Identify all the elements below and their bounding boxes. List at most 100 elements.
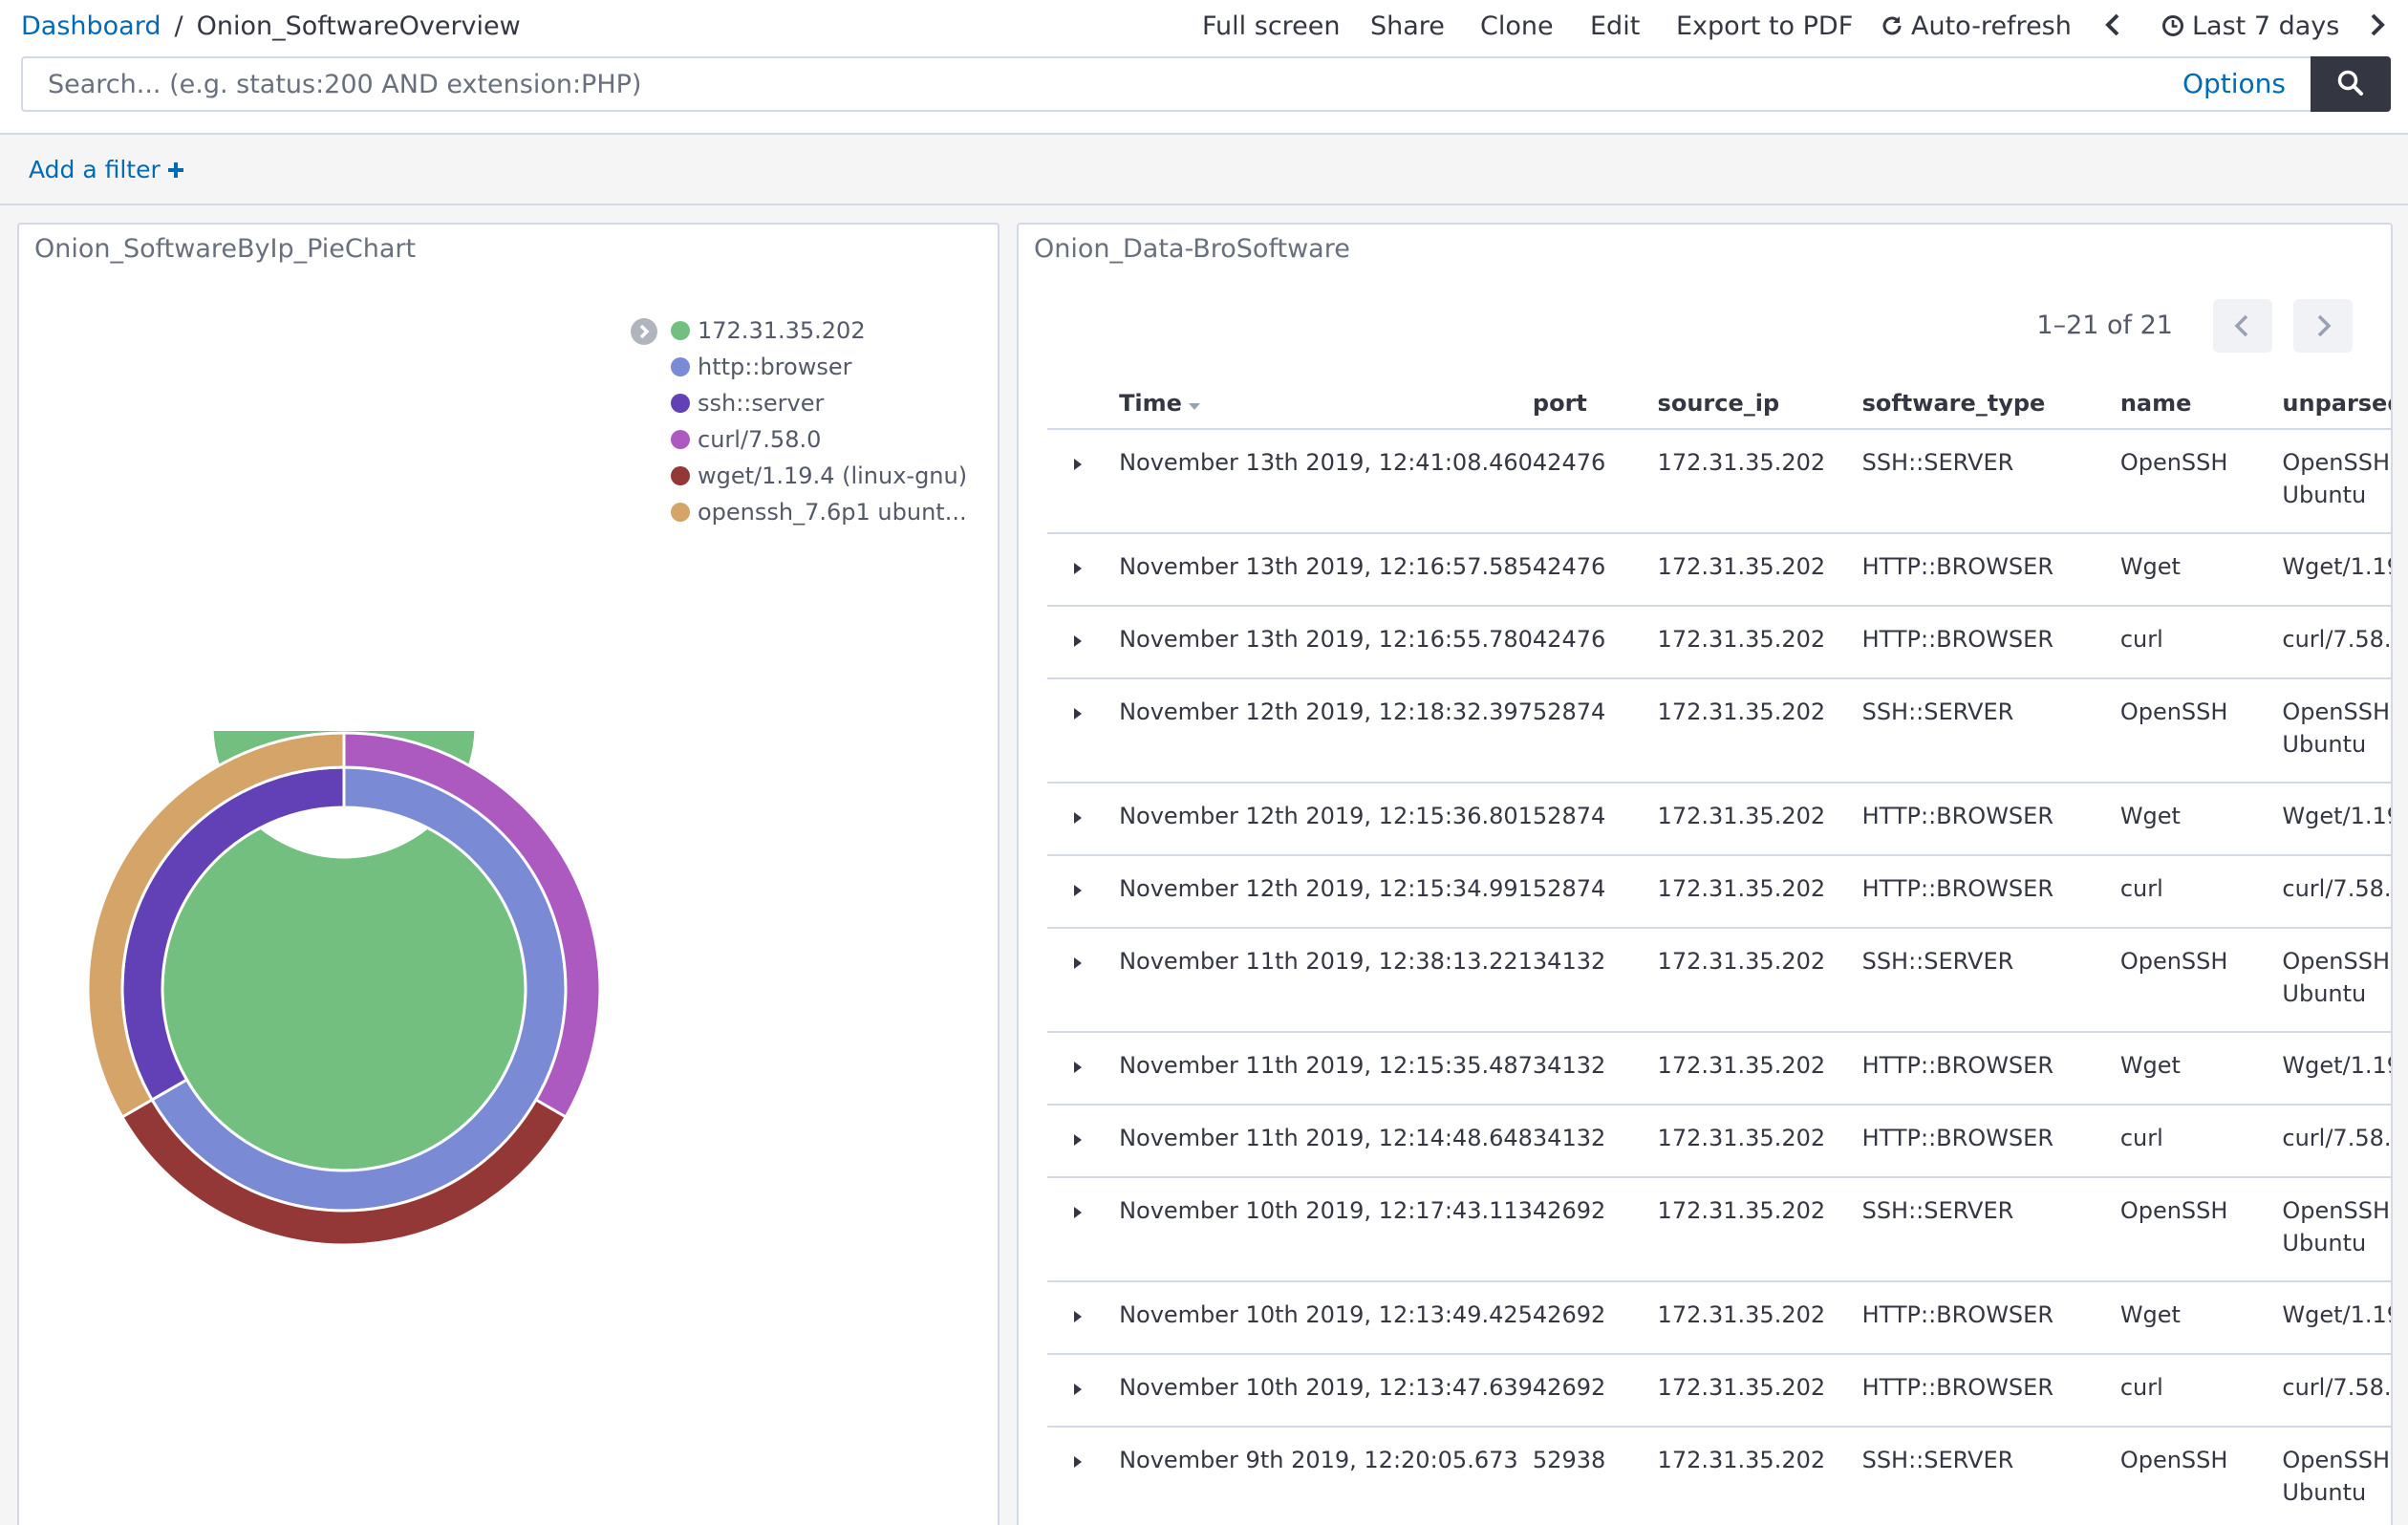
cell-unparsed: curl/7.58.0 (2282, 606, 2391, 678)
table-row: November 12th 2019, 12:18:32.397 52874 172… (1047, 678, 2391, 783)
cell-software-type: HTTP::BROWSER (1861, 875, 2054, 902)
legend-label: http::browser (698, 354, 852, 380)
row-expand-toggle[interactable] (1047, 1354, 1119, 1427)
table-panel-title: Onion_Data-BroSoftware (1034, 234, 1350, 264)
caret-right-icon (1074, 1456, 1082, 1468)
row-expand-toggle[interactable] (1047, 928, 1119, 1032)
row-expand-toggle[interactable] (1047, 855, 1119, 928)
cell-time: November 9th 2019, 12:20:05.673 (1119, 1447, 1518, 1473)
table-body: November 13th 2019, 12:41:08.460 42476 172… (1047, 429, 2392, 1525)
table-header-row: Time port source_ip software_type name u… (1047, 377, 2391, 429)
cell-unparsed: Wget/1.19.4 (2282, 1032, 2391, 1105)
caret-right-icon (1074, 1311, 1082, 1322)
legend-label: 172.31.35.202 (698, 317, 866, 344)
breadcrumb-dashboard-link[interactable]: Dashboard (21, 11, 161, 41)
legend-label: wget/1.19.4 (linux-gnu) (698, 462, 968, 489)
cell-unparsed: Wget/1.19.4 (2282, 783, 2391, 855)
row-expand-toggle[interactable] (1047, 783, 1119, 855)
add-filter-button[interactable]: Add a filter (29, 156, 185, 183)
table-wrapper: Time port source_ip software_type name u… (1047, 377, 2392, 1525)
legend-item[interactable]: http::browser (671, 349, 967, 385)
clock-icon (2162, 15, 2183, 36)
sort-caret-icon[interactable] (1188, 401, 1201, 411)
table-row: November 13th 2019, 12:16:55.780 42476 172… (1047, 606, 2391, 678)
cell-software-type: HTTP::BROWSER (1861, 553, 2054, 580)
cell-source-ip: 172.31.35.202 (1657, 1125, 1826, 1151)
cell-time: November 10th 2019, 12:17:43.113 (1119, 1197, 1533, 1224)
breadcrumb-separator: / (174, 11, 183, 41)
cell-software-type: HTTP::BROWSER (1861, 1301, 2054, 1328)
legend-item[interactable]: 172.31.35.202 (671, 312, 967, 349)
cell-port: 42476 (1532, 626, 1606, 653)
legend-item[interactable]: wget/1.19.4 (linux-gnu) (671, 458, 967, 494)
column-header-software-type[interactable]: software_type (1862, 377, 2120, 429)
dashboard-panels: Onion_SoftwareByIp_PieChart 172.31.35.20… (0, 205, 2408, 1525)
cell-time: November 10th 2019, 12:13:47.639 (1119, 1374, 1533, 1401)
column-header-source-ip[interactable]: source_ip (1658, 377, 1862, 429)
edit-button[interactable]: Edit (1590, 11, 1640, 41)
cell-unparsed-line: OpenSSH (2282, 698, 2391, 725)
column-header-port[interactable]: port (1533, 377, 1658, 429)
cell-unparsed-line: OpenSSH (2282, 948, 2391, 975)
column-header-unparsed[interactable]: unparsed (2282, 377, 2391, 429)
clone-button[interactable]: Clone (1480, 11, 1554, 41)
cell-software-type: SSH::SERVER (1861, 948, 2014, 975)
cell-time: November 12th 2019, 12:15:34.991 (1119, 875, 1533, 902)
cell-name: OpenSSH (2119, 948, 2228, 975)
options-button[interactable]: Options (2182, 68, 2286, 99)
export-pdf-button[interactable]: Export to PDF (1676, 11, 1853, 41)
row-expand-toggle[interactable] (1047, 606, 1119, 678)
row-expand-toggle[interactable] (1047, 533, 1119, 606)
cell-port: 42476 (1532, 553, 1606, 580)
caret-right-icon (1074, 563, 1082, 574)
legend-item[interactable]: curl/7.58.0 (671, 421, 967, 458)
full-screen-button[interactable]: Full screen (1202, 11, 1341, 41)
cell-software-type: SSH::SERVER (1861, 698, 2014, 725)
legend-color-dot (671, 430, 690, 449)
pager-next-button[interactable] (2293, 299, 2353, 353)
cell-source-ip: 172.31.35.202 (1657, 626, 1826, 653)
cell-port: 52874 (1532, 875, 1606, 902)
row-expand-toggle[interactable] (1047, 1032, 1119, 1105)
share-button[interactable]: Share (1370, 11, 1445, 41)
time-forward-button[interactable] (2368, 11, 2387, 41)
time-back-button[interactable] (2103, 11, 2122, 41)
legend-item[interactable]: openssh_7.6p1 ubunt... (671, 494, 967, 530)
row-expand-toggle[interactable] (1047, 429, 1119, 533)
search-button[interactable] (2311, 56, 2391, 112)
cell-source-ip: 172.31.35.202 (1657, 1447, 1826, 1473)
expand-column-header (1047, 377, 1119, 429)
cell-unparsed-line: OpenSSH (2282, 1447, 2391, 1473)
row-expand-toggle[interactable] (1047, 678, 1119, 783)
pager-prev-button[interactable] (2213, 299, 2272, 353)
cell-unparsed: OpenSSH Ubuntu (2282, 1427, 2391, 1525)
row-expand-toggle[interactable] (1047, 1281, 1119, 1354)
cell-source-ip: 172.31.35.202 (1657, 553, 1826, 580)
cell-port: 42692 (1532, 1197, 1606, 1224)
legend-label: ssh::server (698, 390, 825, 417)
row-expand-toggle[interactable] (1047, 1427, 1119, 1525)
search-input[interactable] (25, 60, 2175, 108)
column-header-name[interactable]: name (2120, 377, 2283, 429)
cell-unparsed-line: curl/7.58.0 (2282, 1125, 2392, 1151)
saved-search-panel: Onion_Data-BroSoftware 1–21 of 21 Time p… (1017, 223, 2393, 1525)
cell-unparsed-line: Wget/1.19.4 (2282, 803, 2391, 829)
row-expand-toggle[interactable] (1047, 1177, 1119, 1281)
column-header-time-label: Time (1119, 389, 1182, 417)
legend-toggle-button[interactable] (631, 318, 657, 345)
caret-right-icon (1074, 1384, 1082, 1395)
time-range-button[interactable]: Last 7 days (2161, 11, 2339, 41)
cell-port: 52874 (1532, 803, 1606, 829)
cell-unparsed-line: curl/7.58.0 (2282, 875, 2392, 902)
auto-refresh-button[interactable]: Auto-refresh (1881, 11, 2072, 41)
chevron-right-icon (639, 324, 650, 339)
legend-item[interactable]: ssh::server (671, 385, 967, 421)
table-row: November 10th 2019, 12:13:49.425 42692 172… (1047, 1281, 2391, 1354)
pie-chart-panel: Onion_SoftwareByIp_PieChart 172.31.35.20… (17, 223, 1000, 1525)
row-expand-toggle[interactable] (1047, 1105, 1119, 1177)
caret-right-icon (1074, 635, 1082, 647)
caret-right-icon (1074, 957, 1082, 969)
caret-right-icon (1074, 1207, 1082, 1218)
cell-unparsed-line: Wget/1.19.4 (2282, 1052, 2391, 1079)
column-header-time[interactable]: Time (1119, 377, 1533, 429)
